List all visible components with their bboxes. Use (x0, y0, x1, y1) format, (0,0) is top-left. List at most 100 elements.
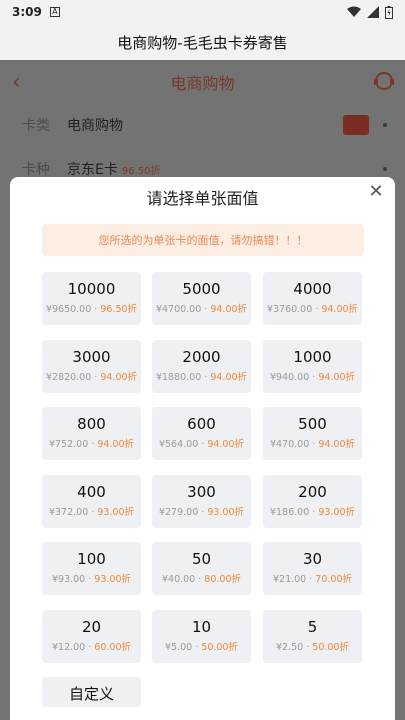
card-price: ¥40.00 (161, 574, 196, 585)
card-subline: ¥93.00 · 93.00折 (42, 571, 141, 585)
card-separator: · (309, 439, 319, 450)
card-rate: 94.00折 (207, 439, 245, 450)
card-subline: ¥5.00 · 50.00折 (152, 639, 251, 653)
card-subline: ¥40.00 · 80.00折 (152, 571, 251, 585)
card-subline: ¥12.00 · 60.00折 (42, 639, 141, 653)
customer-service-icon (374, 72, 394, 90)
card-price: ¥1880.00 (155, 371, 202, 383)
denomination-card[interactable]: 20 ¥12.00 · 60.00折 (42, 609, 141, 663)
card-separator: · (309, 371, 319, 383)
card-rate: 94.00折 (318, 439, 356, 450)
status-time: 3:09 (12, 5, 42, 19)
card-rate: 94.00折 (210, 304, 248, 315)
card-price: ¥2.50 (276, 641, 304, 653)
card-rate: 50.00折 (312, 641, 349, 653)
modal-title: 请选择单张面值 (146, 189, 259, 208)
denomination-card[interactable]: 600 ¥564.00 · 94.00折 (152, 407, 251, 460)
card-amount: 50 (191, 550, 212, 568)
card-subline: ¥4700.00 · 94.00折 (152, 301, 251, 315)
status-bar: 3:09 A (0, 0, 405, 24)
card-rate: 94.00折 (100, 371, 138, 383)
card-subline: ¥752.00 · 94.00折 (42, 436, 141, 450)
card-separator: · (198, 439, 208, 450)
card-separator: · (192, 641, 202, 653)
card-separator: · (91, 304, 101, 315)
card-amount: 100 (77, 550, 106, 568)
card-subline: ¥564.00 · 94.00折 (152, 436, 251, 450)
denomination-card[interactable]: 4000 ¥3760.00 · 94.00折 (263, 272, 362, 325)
card-amount: 5000 (182, 280, 221, 298)
card-amount: 10000 (67, 280, 116, 298)
card-price: ¥752.00 (48, 439, 89, 450)
card-rate: 80.00折 (204, 574, 241, 585)
card-rate: 50.00折 (201, 641, 238, 653)
notice-banner: 您所选的为单张卡的面值，请勿搞错！！！ (42, 224, 364, 256)
denomination-card[interactable]: 2000 ¥1880.00 · 94.00折 (152, 339, 251, 393)
battery-icon (385, 5, 393, 19)
card-price: ¥9650.00 (45, 304, 92, 315)
close-icon[interactable]: ✕ (365, 181, 387, 203)
card-subline: ¥279.00 · 93.00折 (152, 504, 251, 518)
app-title-bar: 电商购物-毛毛虫卡券寄售 (0, 24, 405, 60)
card-price: ¥5.00 (165, 641, 193, 653)
dot-icon (383, 123, 387, 127)
card-price: ¥279.00 (158, 506, 199, 518)
custom-denomination-button[interactable]: 自定义 (42, 677, 141, 707)
denomination-card[interactable]: 100 ¥93.00 · 93.00折 (42, 542, 141, 595)
row-value: 京东E卡 96.50折 (67, 159, 161, 179)
card-separator: · (195, 574, 205, 585)
card-separator: · (85, 641, 95, 653)
card-subline: ¥9650.00 · 96.50折 (42, 301, 141, 315)
card-subline: ¥470.00 · 94.00折 (263, 436, 362, 450)
signal-icon (367, 6, 379, 18)
card-amount: 400 (77, 482, 106, 501)
card-separator: · (309, 506, 319, 518)
card-price: ¥186.00 (269, 506, 310, 518)
denomination-card[interactable]: 50 ¥40.00 · 80.00折 (152, 542, 251, 595)
denomination-card[interactable]: 300 ¥279.00 · 93.00折 (152, 474, 251, 528)
card-separator: · (303, 641, 313, 653)
row-label: 卡类 (22, 118, 50, 134)
card-rate: 96.50折 (100, 304, 138, 315)
denomination-card[interactable]: 3000 ¥2820.00 · 94.00折 (42, 339, 141, 393)
card-price: ¥372.00 (48, 506, 89, 518)
wifi-icon (347, 6, 361, 17)
denomination-card[interactable]: 5000 ¥4700.00 · 94.00折 (152, 272, 251, 325)
card-price: ¥940.00 (269, 371, 310, 383)
notification-icon: A (49, 7, 60, 17)
denomination-card[interactable]: 1000 ¥940.00 · 94.00折 (263, 339, 362, 393)
denomination-card[interactable]: 10000 ¥9650.00 · 96.50折 (42, 272, 141, 325)
card-price: ¥93.00 (51, 574, 86, 585)
denomination-card[interactable]: 500 ¥470.00 · 94.00折 (263, 407, 362, 460)
card-separator: · (306, 574, 316, 585)
card-subline: ¥21.00 · 70.00折 (263, 571, 362, 585)
card-rate: 60.00折 (94, 641, 131, 653)
card-rate: 93.00折 (97, 506, 135, 518)
card-subline: ¥940.00 · 94.00折 (263, 369, 362, 383)
card-rate: 70.00折 (315, 574, 352, 585)
denomination-card[interactable]: 800 ¥752.00 · 94.00折 (42, 407, 141, 460)
card-amount: 800 (77, 415, 106, 433)
card-subline: ¥3760.00 · 94.00折 (263, 301, 362, 315)
denomination-card[interactable]: 200 ¥186.00 · 93.00折 (263, 474, 362, 528)
denomination-card[interactable]: 10 ¥5.00 · 50.00折 (152, 609, 251, 663)
dot-icon (383, 167, 387, 171)
card-separator: · (198, 506, 208, 518)
denomination-card[interactable]: 5 ¥2.50 · 50.00折 (263, 609, 362, 663)
card-amount: 2000 (182, 347, 221, 366)
card-amount: 30 (302, 550, 323, 568)
card-price: ¥12.00 (51, 641, 86, 653)
card-price: ¥2820.00 (45, 371, 92, 383)
denomination-card[interactable]: 30 ¥21.00 · 70.00折 (263, 542, 362, 595)
card-amount: 3000 (72, 347, 111, 366)
card-amount: 5 (307, 617, 318, 636)
card-amount: 20 (81, 617, 102, 636)
denomination-card[interactable]: 400 ¥372.00 · 93.00折 (42, 474, 141, 528)
card-amount: 600 (187, 415, 216, 433)
row-label: 卡种 (22, 162, 50, 178)
card-price: ¥4700.00 (155, 304, 202, 315)
card-separator: · (88, 506, 98, 518)
card-amount: 10 (191, 617, 212, 636)
card-separator: · (312, 304, 322, 315)
card-rate: 94.00折 (318, 371, 356, 383)
